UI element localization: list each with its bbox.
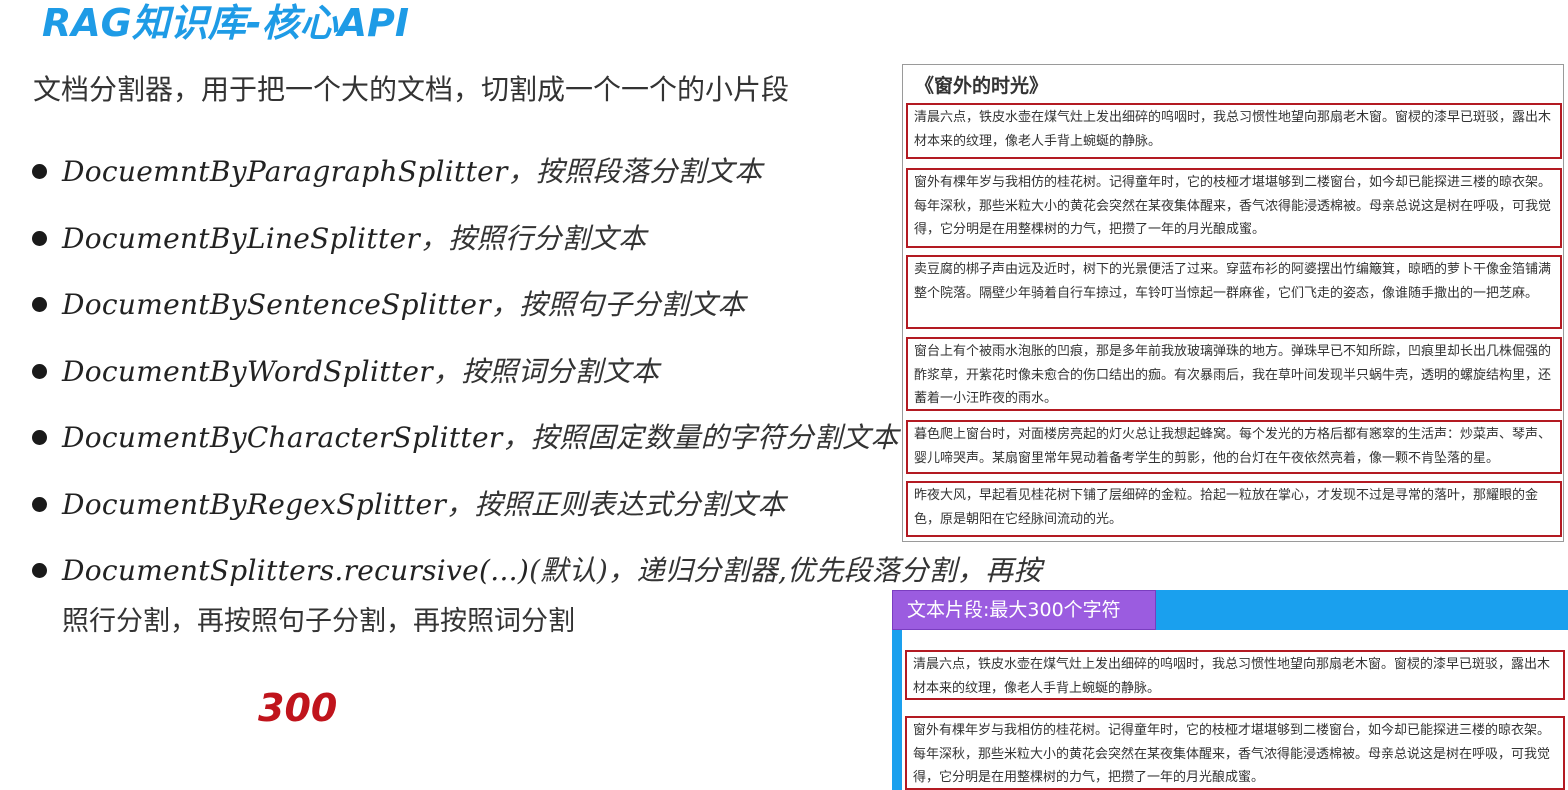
splitter-description-continued: 照行分割，再按照句子分割，再按照词分割 xyxy=(62,606,575,637)
bullet-icon xyxy=(32,164,47,179)
text-segment: 窗外有棵年岁与我相仿的桂花树。记得童年时，它的枝桠才堪堪够到二楼窗台，如今却已能… xyxy=(905,716,1565,790)
splitter-entry: DocumentByLineSplitter，按照行分割文本 xyxy=(62,217,646,257)
document-paragraph: 窗外有棵年岁与我相仿的桂花树。记得童年时，它的枝桠才堪堪够到二楼窗台，如今却已能… xyxy=(906,168,1562,248)
document-paragraph: 卖豆腐的梆子声由远及近时，树下的光景便活了过来。穿蓝布衫的阿婆摆出竹编簸箕，晾晒… xyxy=(906,255,1562,329)
splitter-entry: DocumentByCharacterSplitter，按照固定数量的字符分割文… xyxy=(62,416,899,456)
list-item: DocuemntByParagraphSplitter，按照段落分割文本 xyxy=(30,150,990,217)
document-title: 《窗外的时光》 xyxy=(915,75,1049,97)
splitter-entry: DocumentSplitters.recursive(...)(默认)，递归分… xyxy=(62,549,1042,589)
splitter-entry: DocumentByRegexSplitter，按照正则表达式分割文本 xyxy=(62,483,786,523)
splitter-class-name: DocumentByLineSplitter xyxy=(62,221,421,255)
text-segments-panel: 文本片段:最大300个字符 清晨六点，铁皮水壶在煤气灶上发出细碎的呜咽时，我总习… xyxy=(892,590,1568,790)
list-item: DocumentByCharacterSplitter，按照固定数量的字符分割文… xyxy=(30,416,990,483)
list-item: DocumentByWordSplitter，按照词分割文本 xyxy=(30,350,990,417)
source-document-panel: 《窗外的时光》 清晨六点，铁皮水壶在煤气灶上发出细碎的呜咽时，我总习惯性地望向那… xyxy=(902,64,1564,542)
segments-list: 清晨六点，铁皮水壶在煤气灶上发出细碎的呜咽时，我总习惯性地望向那扇老木窗。窗棂的… xyxy=(902,630,1568,790)
splitter-class-name: DocumentBySentenceSplitter xyxy=(62,288,491,321)
list-item: DocumentBySentenceSplitter，按照句子分割文本 xyxy=(30,283,990,350)
splitter-entry: DocumentBySentenceSplitter，按照句子分割文本 xyxy=(62,283,746,323)
bullet-icon xyxy=(32,363,47,379)
splitter-list: DocuemntByParagraphSplitter，按照段落分割文本 Doc… xyxy=(30,150,1042,637)
intro-text: 文档分割器，用于把一个大的文档，切割成一个一个的小片段 xyxy=(33,73,790,106)
bullet-icon xyxy=(32,297,47,312)
document-paragraph: 昨夜大风，早起看见桂花树下铺了层细碎的金粒。拾起一粒放在掌心，才发现不过是寻常的… xyxy=(906,481,1562,537)
document-paragraph: 清晨六点，铁皮水壶在煤气灶上发出细碎的呜咽时，我总习惯性地望向那扇老木窗。窗棂的… xyxy=(906,103,1562,159)
list-item: DocumentByRegexSplitter，按照正则表达式分割文本 xyxy=(30,483,990,550)
splitter-description: ，按照行分割文本 xyxy=(420,221,647,255)
slide-title: RAG知识库-核心API xyxy=(42,1,410,45)
splitter-description: ，按照段落分割文本 xyxy=(507,155,763,188)
splitter-entry: DocumentByWordSplitter，按照词分割文本 xyxy=(62,350,659,390)
bullet-icon xyxy=(32,496,47,512)
splitter-class-name: DocumentByRegexSplitter xyxy=(62,487,447,521)
splitter-description: ，按照正则表达式分割文本 xyxy=(446,487,786,521)
splitter-entry: DocuemntByParagraphSplitter，按照段落分割文本 xyxy=(62,150,762,190)
splitter-class-name: DocumentByCharacterSplitter xyxy=(62,421,503,454)
splitter-description: ，按照固定数量的字符分割文本 xyxy=(502,421,899,454)
char-limit-annotation: 300 xyxy=(258,686,338,730)
splitter-class-name: DocuemntByParagraphSplitter xyxy=(62,155,508,188)
segments-tab: 文本片段:最大300个字符 xyxy=(892,590,1156,630)
list-item: DocumentByLineSplitter，按照行分割文本 xyxy=(30,217,990,284)
bullet-icon xyxy=(32,563,47,578)
text-segment: 清晨六点，铁皮水壶在煤气灶上发出细碎的呜咽时，我总习惯性地望向那扇老木窗。窗棂的… xyxy=(905,650,1565,700)
splitter-class-name: DocumentByWordSplitter xyxy=(62,354,433,388)
list-item: DocumentSplitters.recursive(...)(默认)，递归分… xyxy=(30,549,1042,637)
document-paragraph: 窗台上有个被雨水泡胀的凹痕，那是多年前我放玻璃弹珠的地方。弹珠早已不知所踪，凹痕… xyxy=(906,337,1562,411)
bullet-icon xyxy=(32,230,47,246)
splitter-class-name: DocumentSplitters.recursive(...) xyxy=(62,554,530,587)
document-paragraph: 暮色爬上窗台时，对面楼房亮起的灯火总让我想起蜂窝。每个发光的方格后都有窸窣的生活… xyxy=(906,420,1562,474)
splitter-description: ，按照词分割文本 xyxy=(432,354,660,388)
splitter-description: (默认)，递归分割器,优先段落分割，再按 xyxy=(529,554,1042,587)
bullet-icon xyxy=(32,430,47,445)
splitter-description: ，按照句子分割文本 xyxy=(491,288,746,321)
